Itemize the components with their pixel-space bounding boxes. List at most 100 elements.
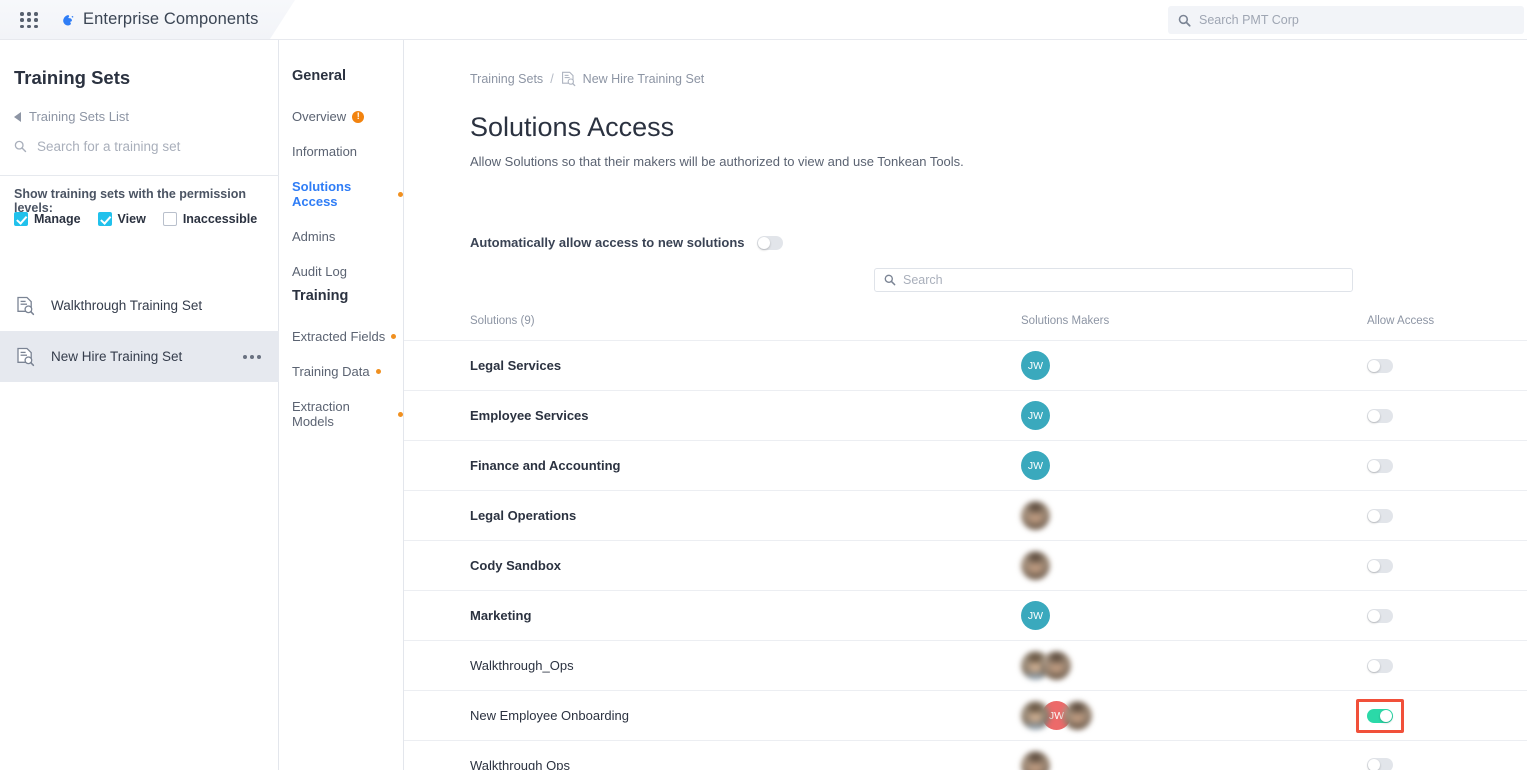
allow-access-toggle[interactable] — [1367, 558, 1393, 573]
avatar-stack: JW — [1021, 351, 1050, 380]
apps-grid-icon[interactable] — [20, 12, 39, 29]
search-icon — [14, 140, 27, 153]
avatar[interactable]: JW — [1021, 451, 1050, 480]
avatar[interactable] — [1042, 651, 1071, 680]
avatar[interactable] — [1021, 701, 1050, 730]
global-search-placeholder: Search PMT Corp — [1199, 13, 1299, 27]
solution-name: New Employee Onboarding — [470, 708, 629, 723]
nav-item-admins[interactable]: Admins — [292, 229, 403, 244]
allow-access-cell — [1367, 508, 1467, 523]
avatar-stack: JW — [1021, 451, 1050, 480]
nav-item-label: Extraction Models — [292, 399, 350, 429]
checkbox-box — [14, 212, 28, 226]
highlight-box — [1356, 698, 1404, 733]
status-dot-icon — [398, 411, 403, 417]
nav-items-training: Extracted Fields Training Data Extractio… — [292, 329, 403, 429]
column-header-solutions: Solutions (9) — [470, 315, 535, 327]
nav-item-extraction-models[interactable]: Extraction Models — [292, 399, 403, 429]
toggle-knob — [1368, 359, 1380, 372]
warning-icon: ! — [352, 110, 365, 123]
avatar[interactable] — [1021, 750, 1050, 770]
breadcrumb-separator: / — [550, 72, 554, 86]
solution-makers — [1021, 551, 1367, 580]
avatar-stack: JW — [1021, 601, 1050, 630]
permission-label: Manage — [34, 212, 81, 226]
toggle-knob — [1368, 509, 1380, 522]
avatar-stack — [1021, 750, 1050, 770]
auto-allow-label: Automatically allow access to new soluti… — [470, 235, 745, 250]
sidebar-search-placeholder: Search for a training set — [37, 139, 181, 154]
allow-access-toggle[interactable] — [1367, 708, 1393, 723]
toggle-knob — [1368, 559, 1380, 572]
breadcrumb-root-link[interactable]: Training Sets — [470, 72, 543, 86]
back-label: Training Sets List — [29, 109, 129, 124]
solution-name: Walkthrough_Ops — [470, 658, 574, 673]
more-options-icon[interactable] — [243, 354, 261, 359]
allow-access-toggle[interactable] — [1367, 458, 1393, 473]
sidebar-item-label: Walkthrough Training Set — [51, 298, 203, 313]
permission-filter-group: Manage View Inaccessible — [14, 212, 257, 226]
auto-allow-toggle[interactable] — [756, 235, 783, 250]
avatar[interactable]: JW — [1021, 351, 1050, 380]
nav-item-training-data[interactable]: Training Data — [292, 364, 403, 379]
allow-access-toggle[interactable] — [1367, 358, 1393, 373]
solution-makers: JW — [1021, 701, 1367, 730]
avatar-stack — [1021, 651, 1071, 680]
settings-nav-panel: General Overview ! Information Solutions… — [279, 40, 404, 770]
nav-item-audit-log[interactable]: Audit Log — [292, 264, 403, 279]
permission-checkbox-inaccessible[interactable]: Inaccessible — [162, 212, 257, 226]
nav-item-label: Training Data — [292, 364, 370, 379]
sidebar-item-new-hire-training-set[interactable]: New Hire Training Set — [0, 331, 279, 382]
training-set-doc-icon — [17, 347, 35, 366]
table-row: Legal Operations — [404, 490, 1527, 540]
nav-section-training: Training — [292, 288, 348, 304]
sidebar-item-walkthrough-training-set[interactable]: Walkthrough Training Set — [0, 280, 279, 331]
allow-access-toggle[interactable] — [1367, 608, 1393, 623]
avatar-stack — [1021, 501, 1050, 530]
solutions-search-input[interactable]: Search — [874, 268, 1353, 292]
allow-access-toggle[interactable] — [1367, 758, 1393, 770]
avatar[interactable] — [1021, 551, 1050, 580]
nav-items-general: Overview ! Information Solutions Access … — [292, 109, 403, 279]
allow-access-toggle[interactable] — [1367, 658, 1393, 673]
toggle-knob — [1368, 659, 1380, 672]
avatar[interactable]: JW — [1021, 401, 1050, 430]
allow-access-cell — [1367, 358, 1467, 373]
nav-item-label: Solutions Access — [292, 179, 352, 209]
allow-access-toggle[interactable] — [1367, 508, 1393, 523]
nav-section-general: General — [292, 68, 346, 84]
permission-checkbox-view[interactable]: View — [97, 212, 146, 226]
sidebar-search-input[interactable]: Search for a training set — [14, 139, 264, 154]
table-row: Marketing JW — [404, 590, 1527, 640]
global-search-input[interactable]: Search PMT Corp — [1168, 6, 1524, 34]
avatar[interactable] — [1063, 701, 1092, 730]
avatar[interactable] — [1021, 501, 1050, 530]
toggle-knob — [1368, 459, 1380, 472]
solution-makers — [1021, 501, 1367, 530]
solution-name: Marketing — [470, 608, 532, 623]
page-title: Solutions Access — [470, 112, 675, 142]
allow-access-cell — [1367, 758, 1467, 770]
avatar[interactable]: JW — [1021, 601, 1050, 630]
nav-item-solutions-access[interactable]: Solutions Access — [292, 179, 403, 209]
search-icon — [884, 274, 896, 286]
allow-access-cell — [1367, 658, 1467, 673]
training-sets-sidebar: Training Sets Training Sets List Search … — [0, 40, 279, 770]
nav-item-information[interactable]: Information — [292, 144, 403, 159]
allow-access-toggle[interactable] — [1367, 408, 1393, 423]
permission-label: View — [117, 212, 146, 226]
solutions-table: Solutions (9) Solutions Makers Allow Acc… — [404, 315, 1527, 770]
allow-access-cell — [1367, 458, 1467, 473]
nav-item-overview[interactable]: Overview ! — [292, 109, 403, 124]
status-dot-icon — [398, 191, 403, 197]
table-row: New Employee Onboarding JW — [404, 690, 1527, 740]
toggle-knob — [1380, 709, 1392, 722]
nav-item-extracted-fields[interactable]: Extracted Fields — [292, 329, 403, 344]
table-row: Walkthrough Ops — [404, 740, 1527, 770]
sidebar-item-label: New Hire Training Set — [51, 349, 183, 364]
nav-item-label: Audit Log — [292, 264, 347, 279]
permission-checkbox-manage[interactable]: Manage — [14, 212, 81, 226]
back-to-training-sets-list[interactable]: Training Sets List — [14, 109, 129, 124]
training-set-doc-icon — [561, 71, 576, 87]
status-dot-icon — [391, 334, 397, 339]
